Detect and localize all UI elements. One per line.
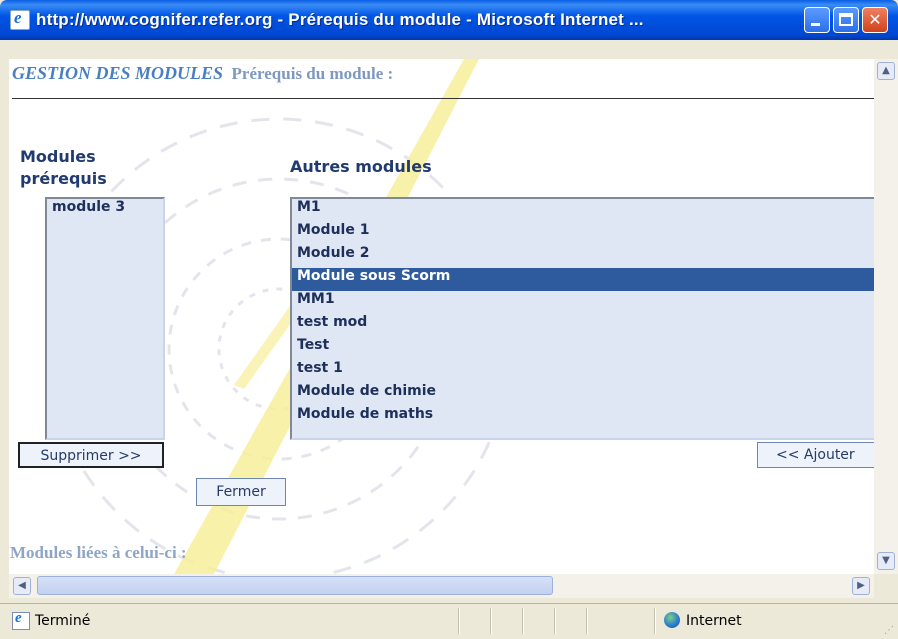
header-divider <box>12 98 874 99</box>
scroll-right-icon[interactable]: ▶ <box>852 577 870 595</box>
fermer-button[interactable]: Fermer <box>196 478 286 506</box>
linked-modules-heading: Modules liées à celui-ci : <box>10 543 187 562</box>
vertical-scrollbar[interactable]: ▲ ▼ <box>874 59 898 574</box>
maximize-button[interactable] <box>833 7 859 33</box>
module-option[interactable]: test mod <box>292 314 874 337</box>
module-option[interactable]: Test <box>292 337 874 360</box>
module-option[interactable]: MM1 <box>292 291 874 314</box>
status-text: Terminé <box>35 613 91 629</box>
resize-grip-icon[interactable]: ⋰ <box>884 625 894 636</box>
status-bar: e Terminé Internet ⋰ <box>0 603 898 639</box>
status-divider <box>458 608 460 634</box>
module-option-selected[interactable]: Module sous Scorm <box>292 268 874 291</box>
header-subtitle: Prérequis du module : <box>231 64 394 83</box>
maximize-icon <box>839 13 853 26</box>
ie-icon: e <box>10 8 30 30</box>
status-divider <box>554 608 556 634</box>
window-title: http://www.cognifer.refer.org - Prérequi… <box>36 10 644 29</box>
status-divider <box>522 608 524 634</box>
security-zone: Internet <box>686 613 742 629</box>
horizontal-scroll-thumb[interactable] <box>37 576 553 595</box>
status-divider <box>586 608 588 634</box>
scroll-down-icon[interactable]: ▼ <box>877 552 895 570</box>
module-option[interactable]: Module de maths <box>292 406 874 429</box>
module-option[interactable]: test 1 <box>292 360 874 383</box>
page-content: GESTION DES MODULES Prérequis du module … <box>9 59 874 574</box>
header-title: GESTION DES MODULES <box>12 63 224 83</box>
page-header: GESTION DES MODULES Prérequis du module … <box>12 63 393 84</box>
close-icon: ✕ <box>868 10 882 29</box>
prereq-listbox[interactable]: module 3 <box>45 197 165 440</box>
scroll-up-icon[interactable]: ▲ <box>877 62 895 80</box>
horizontal-scrollbar[interactable]: ◀ ▶ <box>9 574 874 598</box>
internet-globe-icon <box>664 612 680 628</box>
module-option[interactable]: Module 1 <box>292 222 874 245</box>
ajouter-button[interactable]: << Ajouter <box>757 442 874 468</box>
minimize-icon <box>811 23 820 26</box>
close-button[interactable]: ✕ <box>862 7 888 33</box>
module-option[interactable]: M1 <box>292 199 874 222</box>
status-divider <box>490 608 492 634</box>
other-modules-label: Autres modules <box>290 157 432 176</box>
status-divider <box>654 608 656 634</box>
scroll-left-icon[interactable]: ◀ <box>13 577 31 595</box>
minimize-button[interactable] <box>804 7 830 33</box>
page-status-icon: e <box>12 610 30 630</box>
module-option[interactable]: Module 2 <box>292 245 874 268</box>
prereq-option[interactable]: module 3 <box>47 199 163 222</box>
prereq-label: Modules prérequis <box>20 147 107 188</box>
module-option[interactable]: Module de chimie <box>292 383 874 406</box>
title-bar[interactable]: e http://www.cognifer.refer.org - Préreq… <box>0 0 898 40</box>
supprimer-button[interactable]: Supprimer >> <box>18 442 164 468</box>
browser-window: e http://www.cognifer.refer.org - Préreq… <box>0 0 898 639</box>
other-modules-listbox[interactable]: M1 Module 1 Module 2 Module sous Scorm M… <box>290 197 874 440</box>
